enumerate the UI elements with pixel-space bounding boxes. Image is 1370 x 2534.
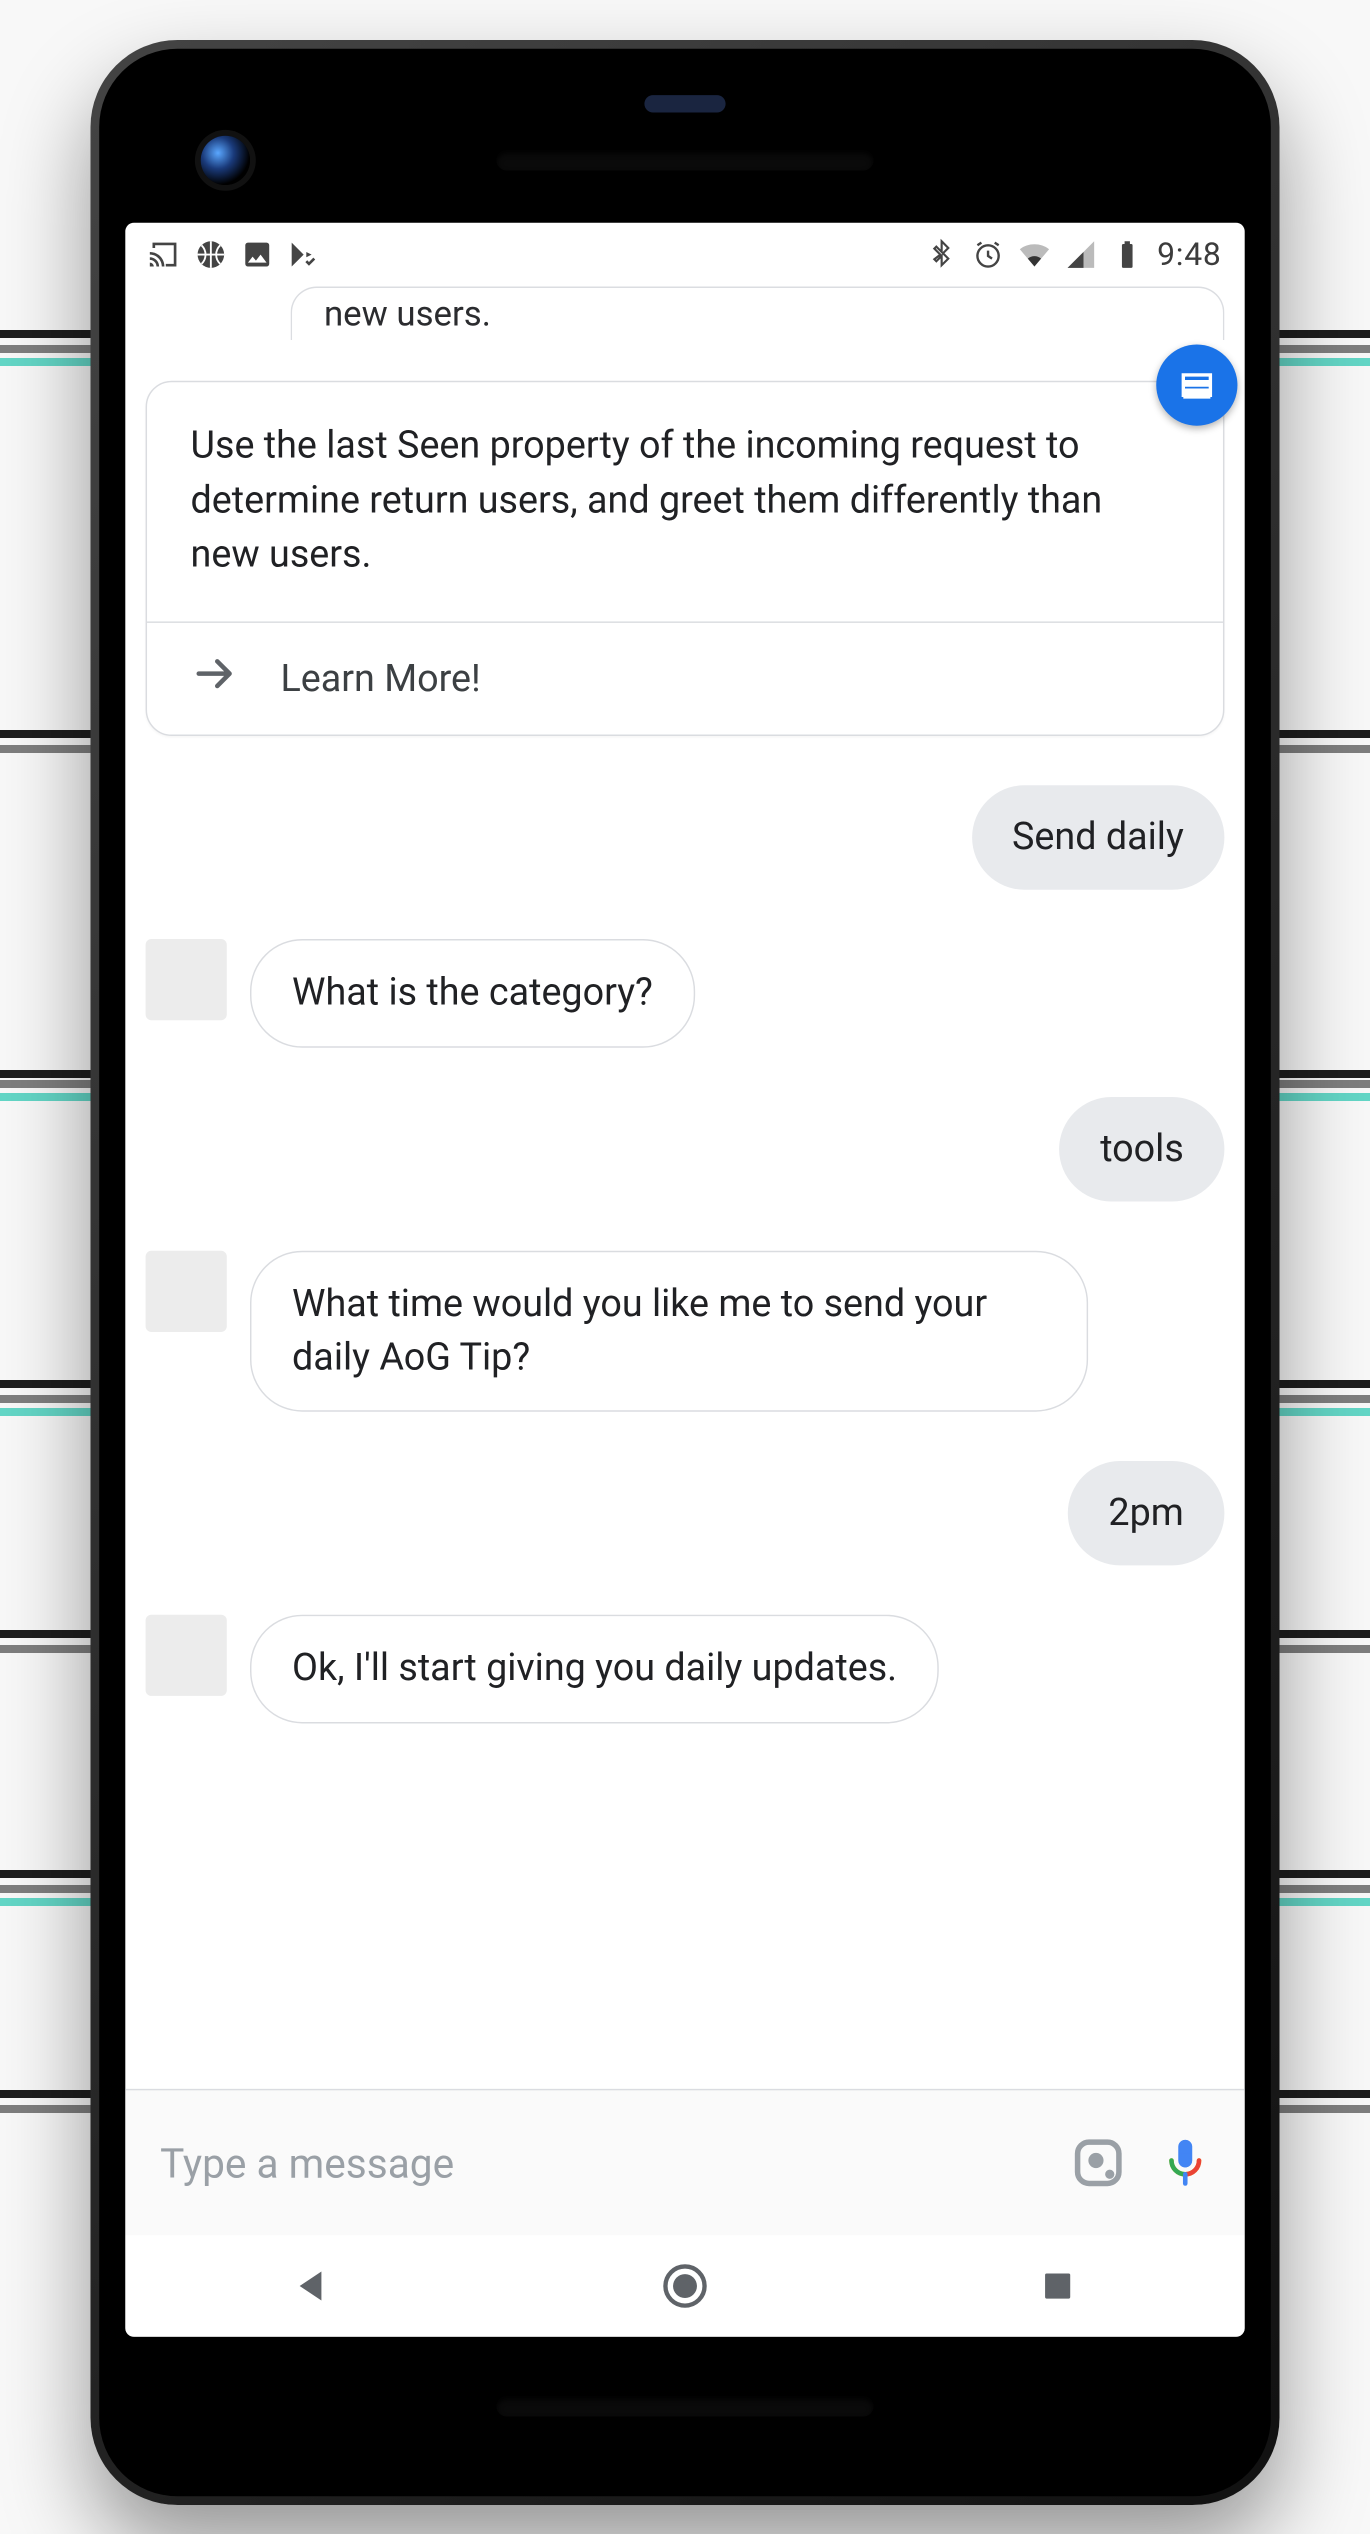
lens-icon[interactable]: [1071, 2135, 1126, 2190]
card-body-text: Use the last Seen property of the incomi…: [147, 382, 1223, 621]
android-nav-bar: [125, 2235, 1244, 2337]
card-action-label: Learn More!: [280, 657, 480, 701]
alarm-icon: [971, 239, 1003, 271]
phone-frame: 9:48 new users. Use the last Seen prop: [91, 40, 1280, 2505]
cast-icon: [149, 239, 181, 271]
user-message[interactable]: 2pm: [1068, 1461, 1225, 1566]
chat-row-me: 2pm: [146, 1461, 1225, 1566]
chat-row-me: Send daily: [146, 785, 1225, 890]
playstore-check-icon: [288, 239, 320, 271]
chat-area[interactable]: new users. Use the last Seen property of…: [125, 287, 1244, 2089]
card-fab-icon[interactable]: [1156, 345, 1237, 426]
recent-button[interactable]: [1022, 2250, 1095, 2323]
status-bar: 9:48: [125, 223, 1244, 287]
assistant-avatar: [146, 940, 227, 1021]
image-icon: [241, 239, 273, 271]
assistant-avatar: [146, 1251, 227, 1332]
user-message[interactable]: Send daily: [971, 785, 1224, 890]
assistant-avatar: [146, 1615, 227, 1696]
assistant-message[interactable]: Ok, I'll start giving you daily updates.: [250, 1615, 939, 1723]
message-input[interactable]: [157, 2137, 1039, 2188]
chat-row-bot: Ok, I'll start giving you daily updates.: [146, 1615, 1225, 1723]
chat-row-me: tools: [146, 1097, 1225, 1202]
phone-sensor-pill: [644, 95, 725, 112]
home-button[interactable]: [649, 2250, 722, 2323]
previous-card-tail: new users.: [291, 287, 1225, 341]
user-message[interactable]: tools: [1060, 1097, 1225, 1202]
mic-icon[interactable]: [1158, 2135, 1213, 2190]
bottom-speaker: [497, 2396, 874, 2416]
screen: 9:48 new users. Use the last Seen prop: [125, 223, 1244, 2337]
chat-row-bot: What is the category?: [146, 940, 1225, 1048]
cell-icon: [1064, 239, 1096, 271]
battery-icon: [1111, 239, 1143, 271]
arrow-right-icon: [191, 649, 240, 708]
bluetooth-icon: [925, 239, 957, 271]
info-card: Use the last Seen property of the incomi…: [146, 381, 1225, 736]
back-button[interactable]: [276, 2250, 349, 2323]
status-time: 9:48: [1157, 236, 1221, 272]
top-speaker: [497, 150, 874, 170]
composer: [125, 2089, 1244, 2235]
front-camera: [201, 136, 250, 185]
assistant-message[interactable]: What is the category?: [250, 940, 695, 1048]
assistant-message[interactable]: What time would you like me to send your…: [250, 1251, 1088, 1412]
wifi-icon: [1018, 239, 1050, 271]
chat-row-bot: What time would you like me to send your…: [146, 1251, 1225, 1412]
basketball-icon: [195, 239, 227, 271]
card-learn-more[interactable]: Learn More!: [147, 622, 1223, 735]
previous-card-text: new users.: [324, 294, 491, 335]
